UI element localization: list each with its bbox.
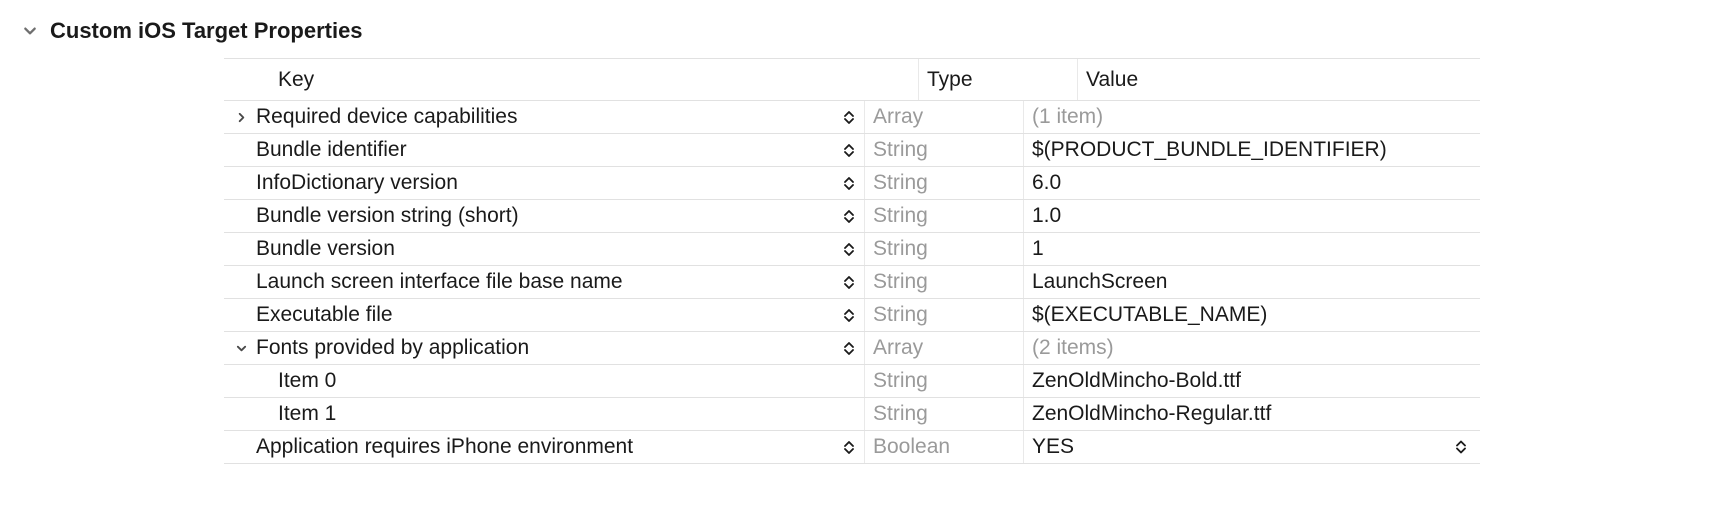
value-label: $(PRODUCT_BUNDLE_IDENTIFIER) — [1032, 138, 1387, 162]
type-label: String — [873, 402, 928, 426]
key-label: Launch screen interface file base name — [256, 270, 623, 294]
cell-type[interactable]: String — [864, 365, 1023, 397]
key-stepper-icon[interactable] — [840, 276, 858, 289]
key-label: Executable file — [256, 303, 393, 327]
cell-type[interactable]: String — [864, 233, 1023, 265]
value-label: 1.0 — [1032, 204, 1061, 228]
cell-key[interactable]: Bundle version — [224, 233, 864, 265]
value-label: 6.0 — [1032, 171, 1061, 195]
key-label: Required device capabilities — [256, 105, 518, 129]
table-row[interactable]: Bundle version string (short) String 1.0 — [224, 200, 1480, 233]
cell-value[interactable]: $(EXECUTABLE_NAME) — [1023, 299, 1480, 331]
table-row[interactable]: Fonts provided by application Array (2 ite… — [224, 332, 1480, 365]
cell-key[interactable]: Bundle identifier — [224, 134, 864, 166]
chevron-down-icon[interactable] — [20, 24, 40, 38]
key-stepper-icon[interactable] — [840, 177, 858, 190]
value-label: (2 items) — [1032, 336, 1114, 360]
value-label: $(EXECUTABLE_NAME) — [1032, 303, 1267, 327]
cell-value[interactable]: 1.0 — [1023, 200, 1480, 232]
key-stepper-icon[interactable] — [840, 210, 858, 223]
key-label: Fonts provided by application — [256, 336, 529, 360]
column-header-key[interactable]: Key — [224, 59, 918, 100]
cell-key[interactable]: Required device capabilities — [224, 101, 864, 133]
cell-value[interactable]: ZenOldMincho-Bold.ttf — [1023, 365, 1480, 397]
cell-key[interactable]: Bundle version string (short) — [224, 200, 864, 232]
cell-type[interactable]: String — [864, 167, 1023, 199]
value-label: LaunchScreen — [1032, 270, 1167, 294]
table-header-row: Key Type Value — [224, 59, 1480, 101]
column-header-type[interactable]: Type — [918, 59, 1077, 100]
cell-value[interactable]: 1 — [1023, 233, 1480, 265]
key-stepper-icon[interactable] — [840, 111, 858, 124]
key-label: Bundle identifier — [256, 138, 407, 162]
cell-key[interactable]: Executable file — [224, 299, 864, 331]
cell-key[interactable]: Launch screen interface file base name — [224, 266, 864, 298]
cell-value[interactable]: LaunchScreen — [1023, 266, 1480, 298]
type-label: String — [873, 237, 928, 261]
chevron-right-icon[interactable] — [232, 112, 250, 123]
cell-type[interactable]: String — [864, 266, 1023, 298]
cell-key[interactable]: Item 0 — [224, 365, 864, 397]
value-stepper-icon[interactable] — [1452, 441, 1470, 454]
table-row[interactable]: Launch screen interface file base name St… — [224, 266, 1480, 299]
cell-value[interactable]: YES — [1023, 431, 1480, 463]
cell-value[interactable]: 6.0 — [1023, 167, 1480, 199]
key-stepper-icon[interactable] — [840, 243, 858, 256]
type-label: Array — [873, 105, 923, 129]
cell-type[interactable]: Array — [864, 101, 1023, 133]
cell-type[interactable]: Array — [864, 332, 1023, 364]
section-header[interactable]: Custom iOS Target Properties — [0, 0, 1714, 58]
cell-key[interactable]: Application requires iPhone environment — [224, 431, 864, 463]
table-row[interactable]: Item 0 String ZenOldMincho-Bold.ttf — [224, 365, 1480, 398]
key-stepper-icon[interactable] — [840, 144, 858, 157]
cell-key[interactable]: Fonts provided by application — [224, 332, 864, 364]
type-label: String — [873, 204, 928, 228]
value-label: YES — [1032, 435, 1074, 459]
type-label: Boolean — [873, 435, 950, 459]
value-label: (1 item) — [1032, 105, 1103, 129]
plist-table: Key Type Value Required device capabilit… — [224, 58, 1480, 464]
cell-key[interactable]: Item 1 — [224, 398, 864, 430]
table-row[interactable]: InfoDictionary version String 6.0 — [224, 167, 1480, 200]
cell-value[interactable]: (2 items) — [1023, 332, 1480, 364]
type-label: String — [873, 138, 928, 162]
key-label: InfoDictionary version — [256, 171, 458, 195]
type-label: Array — [873, 336, 923, 360]
cell-value[interactable]: $(PRODUCT_BUNDLE_IDENTIFIER) — [1023, 134, 1480, 166]
cell-value[interactable]: ZenOldMincho-Regular.ttf — [1023, 398, 1480, 430]
table-row[interactable]: Bundle identifier String $(PRODUCT_BUNDLE_… — [224, 134, 1480, 167]
cell-type[interactable]: Boolean — [864, 431, 1023, 463]
key-label: Item 0 — [278, 369, 336, 393]
column-header-value[interactable]: Value — [1077, 59, 1480, 100]
cell-type[interactable]: String — [864, 134, 1023, 166]
key-label: Application requires iPhone environment — [256, 435, 633, 459]
chevron-down-icon[interactable] — [232, 343, 250, 354]
value-label: ZenOldMincho-Regular.ttf — [1032, 402, 1271, 426]
key-stepper-icon[interactable] — [840, 309, 858, 322]
type-label: String — [873, 270, 928, 294]
table-row[interactable]: Required device capabilities Array (1 item… — [224, 101, 1480, 134]
cell-type[interactable]: String — [864, 200, 1023, 232]
key-label: Bundle version string (short) — [256, 204, 519, 228]
key-label: Bundle version — [256, 237, 395, 261]
cell-key[interactable]: InfoDictionary version — [224, 167, 864, 199]
cell-type[interactable]: String — [864, 398, 1023, 430]
value-label: 1 — [1032, 237, 1044, 261]
section-title: Custom iOS Target Properties — [50, 18, 363, 44]
table-row[interactable]: Item 1 String ZenOldMincho-Regular.ttf — [224, 398, 1480, 431]
value-label: ZenOldMincho-Bold.ttf — [1032, 369, 1241, 393]
type-label: String — [873, 369, 928, 393]
key-stepper-icon[interactable] — [840, 441, 858, 454]
table-row[interactable]: Executable file String $(EXECUTABLE_NAME) — [224, 299, 1480, 332]
table-row[interactable]: Application requires iPhone environment B… — [224, 431, 1480, 464]
type-label: String — [873, 303, 928, 327]
key-stepper-icon[interactable] — [840, 342, 858, 355]
table-row[interactable]: Bundle version String 1 — [224, 233, 1480, 266]
type-label: String — [873, 171, 928, 195]
key-label: Item 1 — [278, 402, 336, 426]
cell-type[interactable]: String — [864, 299, 1023, 331]
cell-value[interactable]: (1 item) — [1023, 101, 1480, 133]
